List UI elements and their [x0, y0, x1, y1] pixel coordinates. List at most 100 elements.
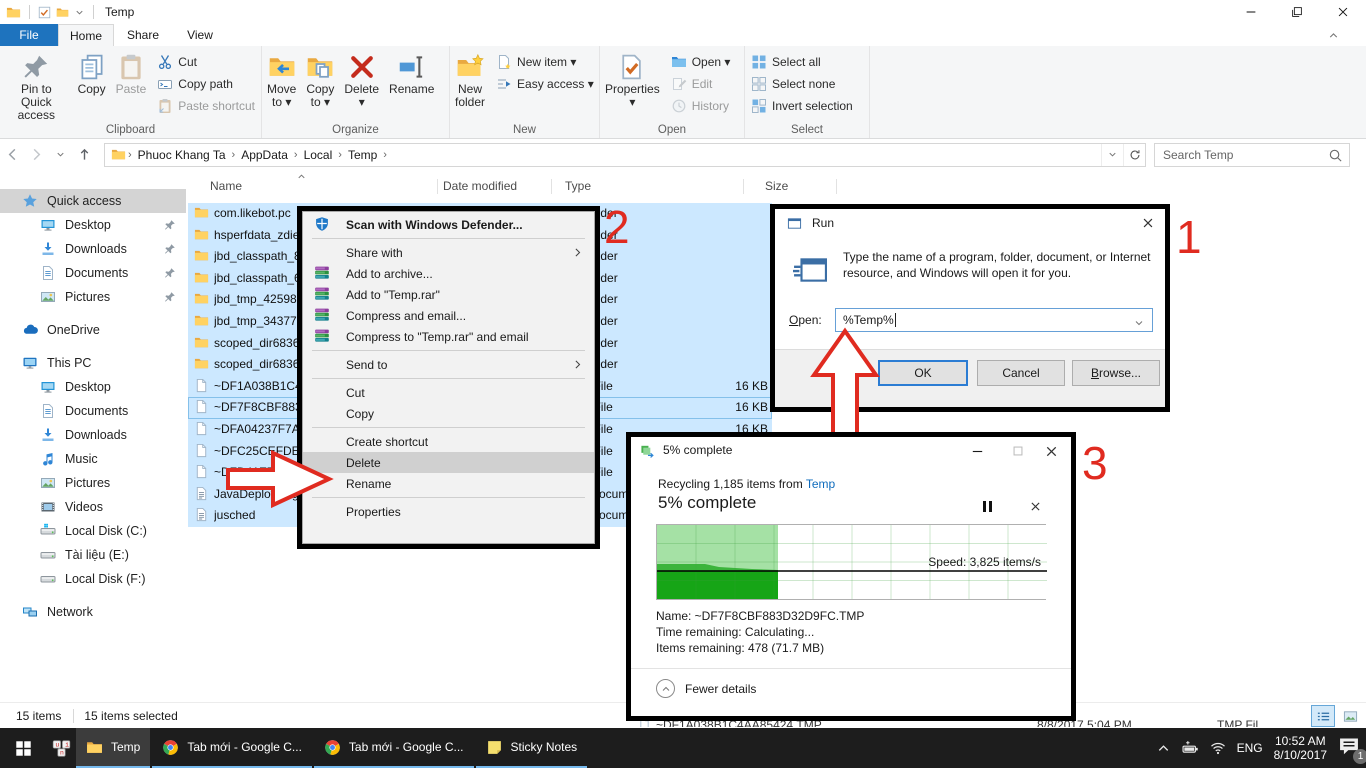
- sidebar-item-local-disk--f--[interactable]: Local Disk (F:): [0, 567, 186, 591]
- sidebar-item-network[interactable]: Network: [0, 600, 186, 624]
- sidebar-item-pictures[interactable]: Pictures: [0, 285, 186, 309]
- close-button[interactable]: [1320, 0, 1366, 24]
- sidebar-item-this-pc[interactable]: This PC: [0, 351, 186, 375]
- ribbon-button-new-folder[interactable]: Newfolder: [451, 49, 489, 111]
- sidebar-item-quick-access[interactable]: Quick access: [0, 189, 186, 213]
- breadcrumb-item[interactable]: Temp: [344, 148, 381, 162]
- clock[interactable]: 10:52 AM 8/10/2017: [1274, 734, 1327, 762]
- menu-item-send-to[interactable]: Send to: [303, 354, 594, 375]
- menu-item-copy[interactable]: Copy: [303, 403, 594, 424]
- menu-item-delete[interactable]: Delete: [303, 452, 594, 473]
- ribbon-button-properties--[interactable]: Properties▾: [601, 49, 664, 111]
- ribbon-button-new-item--[interactable]: New item ▾: [490, 51, 600, 73]
- start-button[interactable]: [0, 728, 46, 768]
- fewer-details-button[interactable]: Fewer details: [656, 679, 756, 698]
- ribbon-button-open--[interactable]: Open ▾: [665, 51, 737, 73]
- up-icon[interactable]: [72, 143, 96, 167]
- close-icon[interactable]: [1044, 444, 1059, 459]
- collapse-ribbon-icon[interactable]: [1327, 29, 1340, 42]
- menu-item-compress-and-email---[interactable]: Compress and email...: [303, 305, 594, 326]
- ribbon-button-select-all[interactable]: Select all: [745, 51, 859, 73]
- ok-button[interactable]: OK: [878, 360, 968, 386]
- refresh-icon[interactable]: [1123, 144, 1145, 166]
- sidebar-item-desktop[interactable]: Desktop: [0, 375, 186, 399]
- taskbar-button-temp[interactable]: Temp: [76, 728, 150, 768]
- menu-item-scan-with-windows-defender---[interactable]: Scan with Windows Defender...: [303, 214, 594, 235]
- cancel-progress-button[interactable]: [1029, 500, 1042, 513]
- thumbnail-view-button[interactable]: [1338, 705, 1362, 727]
- sidebar-item-desktop[interactable]: Desktop: [0, 213, 186, 237]
- pause-button[interactable]: [983, 501, 992, 512]
- temp-link[interactable]: Temp: [806, 477, 835, 491]
- ribbon-button-edit[interactable]: Edit: [665, 73, 737, 95]
- breadcrumb-item[interactable]: Local: [300, 148, 337, 162]
- taskbar-button-tab-m-i---google-c---[interactable]: Tab mới - Google C...: [152, 728, 312, 768]
- sidebar-item-music[interactable]: Music: [0, 447, 186, 471]
- sidebar-item-pictures[interactable]: Pictures: [0, 471, 186, 495]
- cancel-button[interactable]: Cancel: [977, 360, 1065, 386]
- menu-item-add-to--temp-rar-[interactable]: Add to "Temp.rar": [303, 284, 594, 305]
- menu-item-create-shortcut[interactable]: Create shortcut: [303, 431, 594, 452]
- tab-file[interactable]: File: [0, 24, 58, 46]
- menu-item-properties[interactable]: Properties: [303, 501, 594, 522]
- sidebar-item-local-disk--c--[interactable]: Local Disk (C:): [0, 519, 186, 543]
- sidebar-item-documents[interactable]: Documents: [0, 399, 186, 423]
- ribbon-button-paste-shortcut[interactable]: Paste shortcut: [151, 95, 261, 117]
- column-header-size[interactable]: Size: [765, 179, 788, 193]
- open-combobox[interactable]: %Temp%: [835, 308, 1153, 332]
- folder-icon: [6, 5, 21, 20]
- minimize-icon[interactable]: [970, 444, 985, 459]
- restore-button[interactable]: [1274, 0, 1320, 24]
- column-header-date[interactable]: Date modified: [443, 179, 517, 193]
- column-header-type[interactable]: Type: [565, 179, 591, 193]
- ribbon-button-easy-access--[interactable]: Easy access ▾: [490, 73, 600, 95]
- column-header-name[interactable]: Name: [210, 179, 242, 193]
- sidebar-item-onedrive[interactable]: OneDrive: [0, 318, 186, 342]
- ribbon-button-history[interactable]: History: [665, 95, 737, 117]
- back-icon[interactable]: [0, 143, 24, 167]
- tray-chevron-icon[interactable]: [1156, 741, 1171, 756]
- tab-share[interactable]: Share: [114, 24, 172, 46]
- menu-item-rename[interactable]: Rename: [303, 473, 594, 494]
- taskbar-button-sticky-notes[interactable]: Sticky Notes: [476, 728, 588, 768]
- menu-item-share-with[interactable]: Share with: [303, 242, 594, 263]
- sidebar-item-t-i-li-u---e--[interactable]: Tài liệu (E:): [0, 543, 186, 567]
- sidebar-item-documents[interactable]: Documents: [0, 261, 186, 285]
- search-input[interactable]: Search Temp: [1154, 143, 1350, 167]
- unikey-icon[interactable]: uin: [46, 728, 76, 768]
- language-indicator[interactable]: ENG: [1237, 741, 1263, 755]
- tab-view[interactable]: View: [172, 24, 228, 46]
- address-bar[interactable]: ›Phuoc Khang Ta›AppData›Local›Temp›: [104, 143, 1146, 167]
- ribbon-button-paste[interactable]: Paste: [112, 49, 151, 98]
- sidebar-item-downloads[interactable]: Downloads: [0, 237, 186, 261]
- menu-item-add-to-archive---[interactable]: Add to archive...: [303, 263, 594, 284]
- ribbon-button-cut[interactable]: Cut: [151, 51, 261, 73]
- sidebar-item-downloads[interactable]: Downloads: [0, 423, 186, 447]
- taskbar-button-tab-m-i---google-c---[interactable]: Tab mới - Google C...: [314, 728, 474, 768]
- browse-button[interactable]: Browse...: [1072, 360, 1160, 386]
- action-center-icon[interactable]: 1: [1338, 735, 1364, 761]
- ribbon-button-select-none[interactable]: Select none: [745, 73, 859, 95]
- ribbon-button-invert-selection[interactable]: Invert selection: [745, 95, 859, 117]
- battery-icon[interactable]: [1182, 740, 1199, 757]
- breadcrumb-item[interactable]: AppData: [237, 148, 292, 162]
- sidebar-item-videos[interactable]: Videos: [0, 495, 186, 519]
- details-view-button[interactable]: [1311, 705, 1335, 727]
- breadcrumb-item[interactable]: Phuoc Khang Ta: [134, 148, 230, 162]
- close-icon[interactable]: [1141, 216, 1155, 230]
- ribbon-button-move-to--[interactable]: Moveto ▾: [263, 49, 300, 111]
- forward-icon[interactable]: [24, 143, 48, 167]
- ribbon-button-delete--[interactable]: Delete▾: [340, 49, 383, 111]
- wifi-icon[interactable]: [1210, 740, 1226, 756]
- ribbon-button-copy-to--[interactable]: Copyto ▾: [302, 49, 338, 111]
- address-dropdown-icon[interactable]: [1101, 144, 1123, 166]
- menu-item-compress-to--temp-rar--and-email[interactable]: Compress to "Temp.rar" and email: [303, 326, 594, 347]
- recent-locations-icon[interactable]: [48, 143, 72, 167]
- tab-home[interactable]: Home: [58, 24, 114, 46]
- ribbon-button-rename[interactable]: Rename: [385, 49, 438, 98]
- ribbon-button-copy-path[interactable]: Copy path: [151, 73, 261, 95]
- ribbon-button-copy[interactable]: Copy: [74, 49, 110, 98]
- minimize-button[interactable]: [1228, 0, 1274, 24]
- ribbon-button-pin-to-quick-access[interactable]: Pin to Quickaccess: [1, 49, 72, 124]
- menu-item-cut[interactable]: Cut: [303, 382, 594, 403]
